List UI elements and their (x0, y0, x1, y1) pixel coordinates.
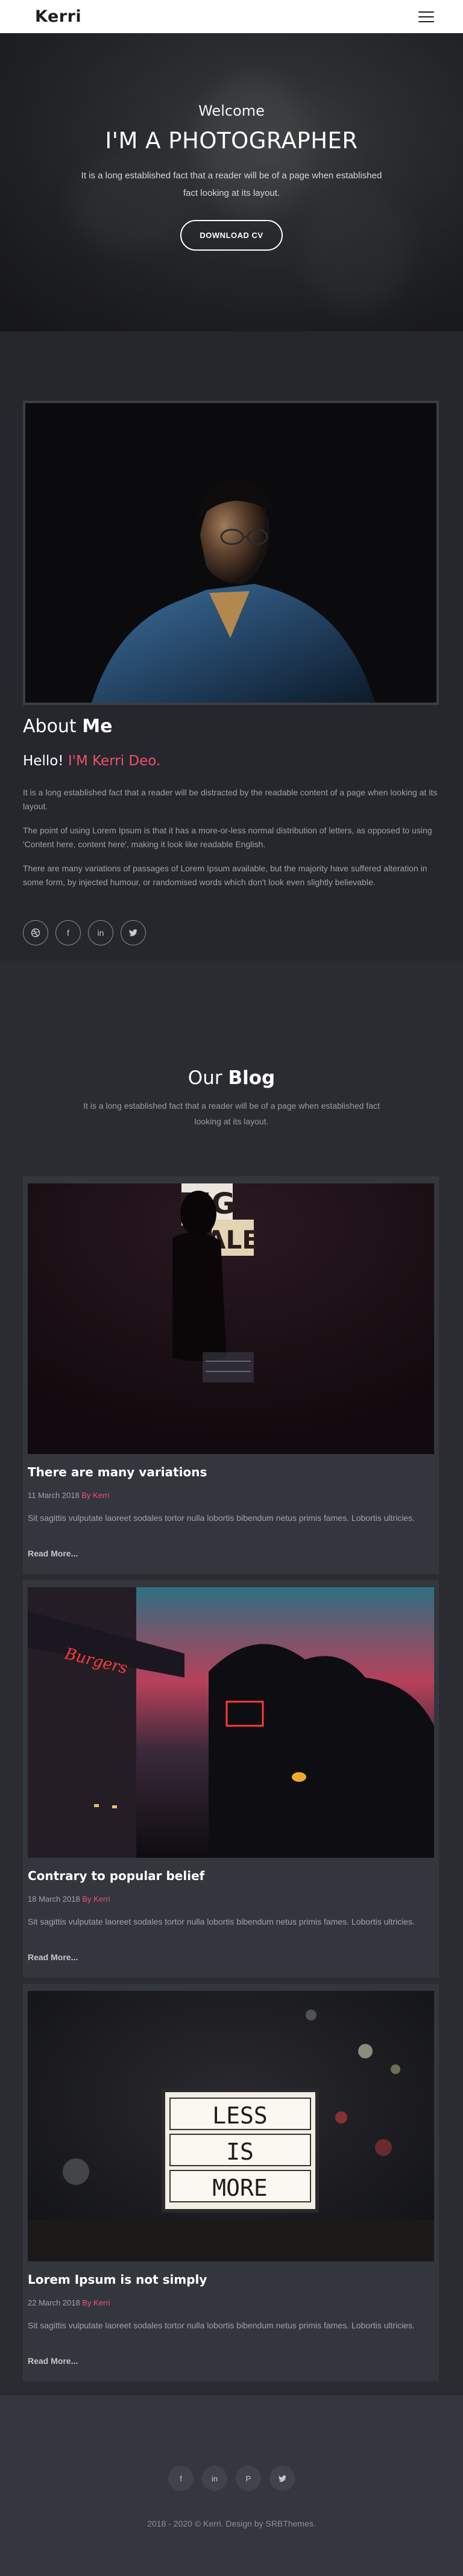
blog-card: BIG ALE There are many variations 11 Mar… (23, 1176, 439, 1574)
blog-post-title[interactable]: Contrary to popular belief (28, 1869, 204, 1883)
twitter-icon[interactable] (121, 920, 146, 945)
blog-post-title[interactable]: Lorem Ipsum is not simply (28, 2272, 207, 2287)
blog-section: Our Blog It is a long established fact t… (0, 961, 463, 2395)
blog-post-excerpt: Sit sagittis vulputate laoreet sodales t… (28, 2321, 415, 2330)
about-paragraph: It is a long established fact that a rea… (23, 788, 438, 811)
blog-post-meta: 11 March 2018 By Kerri (28, 1491, 110, 1500)
blog-post-author[interactable]: By Kerri (82, 1894, 110, 1904)
dribbble-icon[interactable] (23, 920, 48, 945)
lightbox-line3: MORE (212, 2175, 268, 2201)
about-portrait-image (23, 401, 439, 705)
about-paragraph: The point of using Lorem Ipsum is that i… (23, 826, 432, 849)
download-cv-button[interactable]: DOWNLOAD CV (180, 220, 283, 251)
about-paragraph: There are many variations of passages of… (23, 863, 427, 887)
about-section: About Me Hello! I'M Kerri Deo. It is a l… (0, 331, 463, 961)
hero-section: Welcome I'M A PHOTOGRAPHER It is a long … (0, 33, 463, 331)
about-hello: Hello! I'M Kerri Deo. (23, 753, 161, 769)
blog-image-big-sale[interactable]: BIG ALE (28, 1183, 434, 1454)
blog-post-date: 18 March 2018 (28, 1894, 80, 1904)
linkedin-icon[interactable]: in (88, 920, 113, 945)
blog-card: LESS IS MORE Lorem Ipsum is not simply 2… (23, 1984, 439, 2381)
blog-post-date: 22 March 2018 (28, 2298, 80, 2307)
blog-card: Burgers Contrary to popular belief 18 Ma… (23, 1580, 439, 1978)
pinterest-icon[interactable]: P (236, 2466, 261, 2491)
read-more-link[interactable]: Read More... (28, 1952, 78, 1962)
facebook-icon[interactable]: f (168, 2466, 194, 2491)
blog-post-author[interactable]: By Kerri (81, 1491, 109, 1500)
about-heading: About Me (23, 716, 113, 737)
blog-post-excerpt: Sit sagittis vulputate laoreet sodales t… (28, 1513, 415, 1523)
footer-copyright: 2018 - 2020 © Kerri. Design by SRBThemes… (147, 2519, 316, 2528)
read-more-link[interactable]: Read More... (28, 2356, 78, 2366)
brand-logo[interactable]: Kerri (35, 7, 81, 26)
navbar: Kerri (0, 0, 463, 33)
read-more-link[interactable]: Read More... (28, 1549, 78, 1558)
blog-post-meta: 18 March 2018 By Kerri (28, 1894, 110, 1904)
lightbox-line1: LESS (212, 2102, 268, 2129)
hero-welcome: Welcome (198, 102, 265, 119)
blog-heading: Our Blog (187, 1067, 276, 1089)
blog-post-author[interactable]: By Kerri (82, 2298, 110, 2307)
blog-subtitle: It is a long established fact that a rea… (83, 1101, 380, 1126)
blog-post-excerpt: Sit sagittis vulputate laoreet sodales t… (28, 1917, 415, 1926)
facebook-icon[interactable]: f (55, 920, 81, 945)
blog-image-less-is-more[interactable]: LESS IS MORE (28, 1991, 434, 2261)
hero-text: It is a long established fact that a rea… (81, 171, 382, 198)
twitter-icon[interactable] (269, 2466, 295, 2491)
blog-post-date: 11 March 2018 (28, 1491, 80, 1500)
footer-social-links: f in P (0, 2466, 463, 2491)
linkedin-icon[interactable]: in (202, 2466, 227, 2491)
about-social-links: f in (23, 920, 146, 945)
hamburger-menu-icon[interactable] (418, 11, 434, 22)
lightbox-line2: IS (226, 2139, 254, 2165)
footer: f in P 2018 - 2020 © Kerri. Design by SR… (0, 2395, 463, 2576)
about-name: I'M Kerri Deo. (68, 753, 161, 769)
blog-post-title[interactable]: There are many variations (28, 1465, 207, 1479)
blog-image-neon-street[interactable]: Burgers (28, 1587, 434, 1858)
blog-post-meta: 22 March 2018 By Kerri (28, 2298, 110, 2307)
hero-title: I'M A PHOTOGRAPHER (105, 128, 358, 154)
